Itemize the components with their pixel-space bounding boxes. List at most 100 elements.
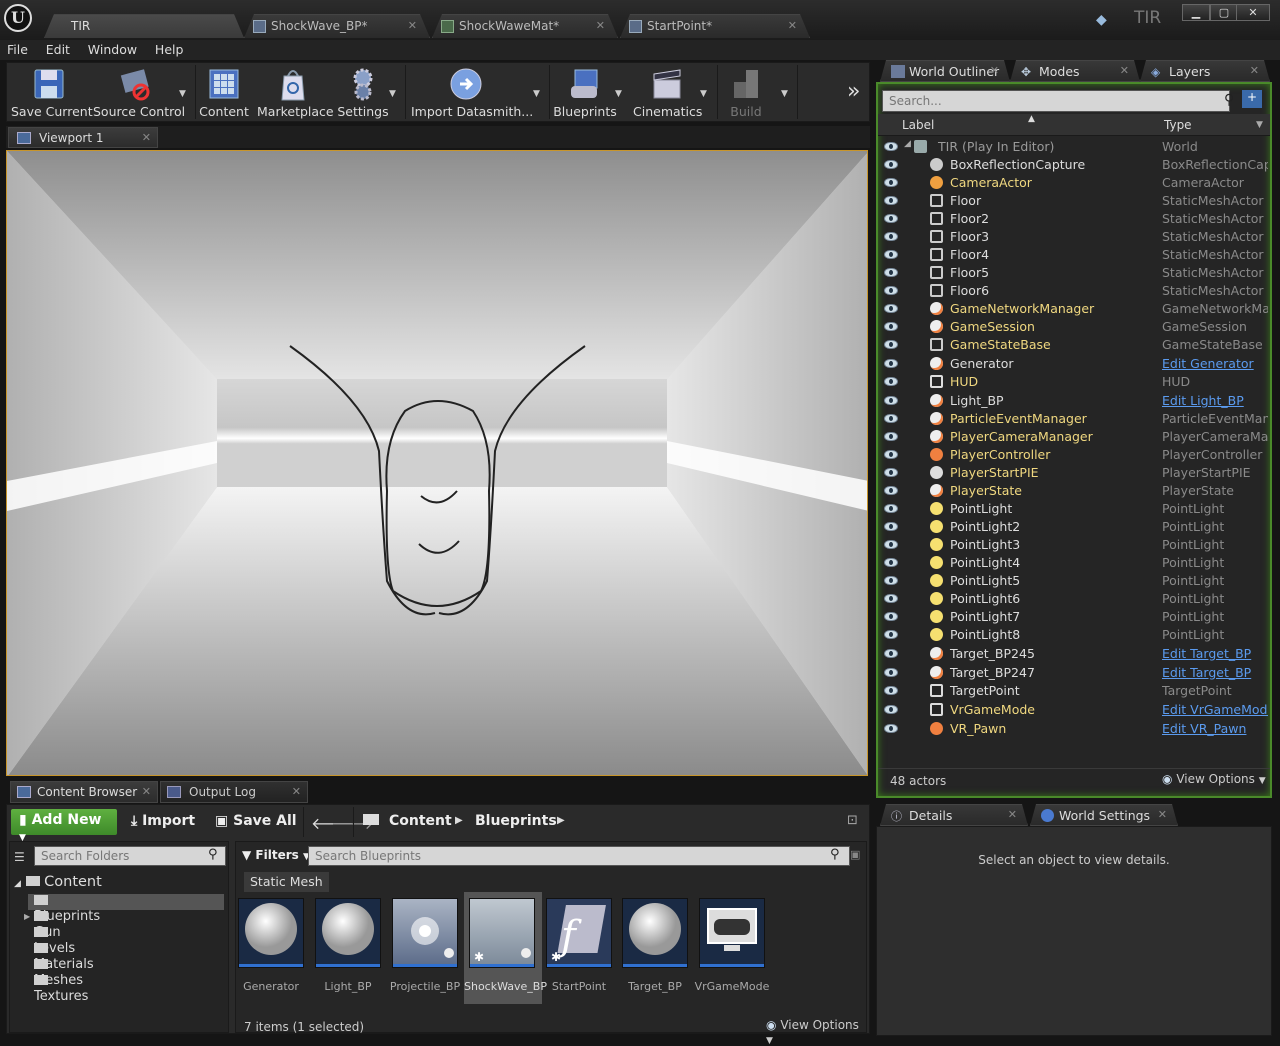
tab-world-outliner[interactable]: World Outliner ✕ [880,60,1010,82]
eye-icon[interactable] [884,594,898,603]
tab-details[interactable]: ⓘ Details ✕ [880,804,1028,826]
outliner-row[interactable]: PointLight5 PointLight [878,572,1270,590]
close-icon[interactable]: ✕ [408,19,417,32]
filters-button[interactable]: ▼ Filters ▼ [242,848,310,862]
eye-icon[interactable] [884,450,898,459]
edit-blueprint-link[interactable]: Edit Light_BP [1162,393,1268,408]
maximize-button[interactable]: ▢ [1210,4,1238,21]
asset-label[interactable]: Target_BP [617,980,693,993]
menu-window[interactable]: Window [81,40,144,57]
outliner-row[interactable]: PlayerStartPIE PlayerStartPIE [878,464,1270,482]
tab-world-settings[interactable]: World Settings ✕ [1030,804,1178,826]
eye-icon[interactable] [884,340,898,349]
asset-thumb-generator[interactable] [238,898,304,968]
toolbar-overflow-button[interactable]: » [847,79,860,104]
outliner-row[interactable]: PlayerCameraManager PlayerCameraMana [878,428,1270,446]
outliner-row[interactable]: Light_BP Edit Light_BP [878,392,1270,410]
cinematics-button[interactable]: Cinematics [633,63,702,121]
outliner-row[interactable]: GameNetworkManager GameNetworkMana [878,300,1270,318]
doc-tab-startpoint[interactable]: StartPoint* ✕ [620,14,810,38]
menu-file[interactable]: File [0,40,35,57]
outliner-row[interactable]: Floor6 StaticMeshActor [878,282,1270,300]
chevron-down-icon[interactable]: ▼ [389,89,396,99]
doc-tab-level[interactable]: TIR [44,14,244,38]
outliner-row[interactable]: Floor5 StaticMeshActor [878,264,1270,282]
view-options-button[interactable]: ◉ View Options ▼ [766,1018,866,1046]
tree-root-content[interactable]: ◢ Content [14,874,102,890]
outliner-row[interactable]: GameSession GameSession [878,318,1270,336]
outliner-row[interactable]: Floor StaticMeshActor [878,192,1270,210]
eye-icon[interactable] [884,286,898,295]
edit-blueprint-link[interactable]: Edit Target_BP [1162,665,1268,680]
outliner-row[interactable]: PointLight2 PointLight [878,518,1270,536]
import-datasmith-button[interactable]: Import Datasmith... [411,63,533,121]
asset-thumb-projectile-bp[interactable] [392,898,458,968]
asset-thumb-shockwave-bp[interactable]: ✱ [469,898,535,968]
eye-icon[interactable] [884,178,898,187]
column-label-header[interactable]: Label [902,118,934,132]
eye-icon[interactable] [884,686,898,695]
tab-content-browser[interactable]: Content Browser ✕ [10,781,158,803]
eye-icon[interactable] [884,322,898,331]
source-control-status-icon[interactable]: ◆ [1096,12,1112,28]
collapsed-arrow-icon[interactable]: ▶ [24,912,30,921]
tab-viewport[interactable]: Viewport 1 ✕ [8,127,158,148]
close-icon[interactable]: ✕ [142,785,151,798]
eye-icon[interactable] [884,304,898,313]
asset-thumb-startpoint[interactable]: f ✱ [546,898,612,968]
eye-icon[interactable] [884,576,898,585]
eye-icon[interactable] [884,396,898,405]
outliner-row[interactable]: VR_Pawn Edit VR_Pawn [878,720,1270,738]
outliner-row[interactable]: PointLight4 PointLight [878,554,1270,572]
outliner-row[interactable]: TargetPoint TargetPoint [878,682,1270,700]
chevron-down-icon[interactable]: ▼ [1256,120,1263,130]
outliner-row[interactable]: Floor3 StaticMeshActor [878,228,1270,246]
doc-tab-shockwave-mat[interactable]: ShockWaweMat* ✕ [432,14,618,38]
tab-modes[interactable]: ✥ Modes ✕ [1010,60,1140,82]
chevron-down-icon[interactable]: ▼ [700,89,707,99]
asset-thumb-vrgamemode[interactable] [699,898,765,968]
eye-icon[interactable] [884,705,898,714]
import-button[interactable]: ⤓ Import [131,813,195,829]
menu-edit[interactable]: Edit [39,40,77,57]
chevron-down-icon[interactable]: ▼ [615,89,622,99]
expanded-arrow-icon[interactable]: ◢ [904,139,911,149]
minimize-button[interactable]: ▁ [1182,4,1210,21]
eye-icon[interactable] [884,612,898,621]
save-current-button[interactable]: Save Current [11,63,93,121]
close-icon[interactable]: ✕ [292,785,301,798]
outliner-row[interactable]: PointLight7 PointLight [878,608,1270,626]
menu-help[interactable]: Help [148,40,191,57]
outliner-row[interactable]: ◢ TIR (Play In Editor) World [878,138,1270,156]
eye-icon[interactable] [884,214,898,223]
tab-layers[interactable]: ◈ Layers ✕ [1140,60,1270,82]
breadcrumb-arrow-icon[interactable]: ▶ [557,815,565,826]
level-viewport[interactable] [6,150,868,776]
viewport-scene[interactable] [7,151,868,776]
outliner-row[interactable]: BoxReflectionCapture BoxReflectionCaptu [878,156,1270,174]
asset-thumb-light-bp[interactable] [315,898,381,968]
edit-blueprint-link[interactable]: Edit VrGameMode [1162,702,1268,717]
tree-view-icon[interactable]: ☰ [14,850,25,864]
eye-icon[interactable] [884,432,898,441]
close-icon[interactable]: ✕ [1120,64,1129,77]
close-icon[interactable]: ✕ [788,19,797,32]
eye-icon[interactable] [884,196,898,205]
eye-icon[interactable] [884,250,898,259]
search-assets-input[interactable]: Search Blueprints [308,846,850,866]
save-search-icon[interactable]: ▣ [850,848,860,861]
settings-button[interactable]: Settings [337,63,389,121]
close-icon[interactable]: ✕ [990,64,999,77]
outliner-row[interactable]: PlayerController PlayerController [878,446,1270,464]
eye-icon[interactable] [884,142,898,151]
outliner-row[interactable]: GameStateBase GameStateBase [878,336,1270,354]
outliner-row[interactable]: VrGameMode Edit VrGameMode [878,701,1270,719]
close-icon[interactable]: ✕ [1008,808,1017,821]
save-all-button[interactable]: ▣ Save All [215,813,297,829]
lock-icon[interactable]: ⊡ [847,813,858,828]
outliner-row[interactable]: Generator Edit Generator [878,355,1270,373]
tab-output-log[interactable]: Output Log ✕ [160,781,308,803]
eye-icon[interactable] [884,377,898,386]
chevron-down-icon[interactable]: ▼ [781,89,788,99]
eye-icon[interactable] [884,468,898,477]
